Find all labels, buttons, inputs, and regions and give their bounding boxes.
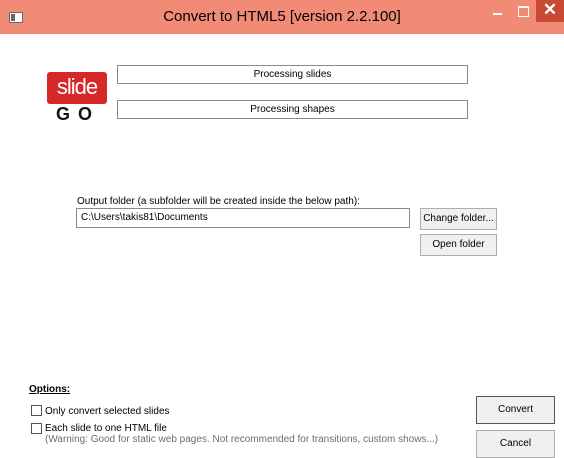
only-selected-checkbox[interactable] xyxy=(31,405,42,416)
window-title: Convert to HTML5 [version 2.2.100] xyxy=(163,8,401,25)
close-button[interactable]: ✕ xyxy=(536,0,564,22)
minimize-button[interactable] xyxy=(484,0,510,22)
processing-slides-status: Processing slides xyxy=(117,65,468,84)
logo-red-badge: slide xyxy=(47,72,107,104)
processing-shapes-status: Processing shapes xyxy=(117,100,468,119)
convert-button[interactable]: Convert xyxy=(476,396,555,424)
each-slide-warning: (Warning: Good for static web pages. Not… xyxy=(45,434,439,445)
logo-slide-text: slide xyxy=(56,74,98,99)
open-folder-button[interactable]: Open folder xyxy=(420,234,497,256)
title-bar[interactable]: Convert to HTML5 [version 2.2.100] ✕ xyxy=(0,0,564,34)
maximize-button[interactable] xyxy=(510,0,536,22)
logo-go-text: GO xyxy=(55,104,100,124)
dialog-body: slide GO Processing slides Processing sh… xyxy=(0,34,564,458)
options-heading: Options: xyxy=(29,384,71,395)
output-folder-label: Output folder (a subfolder will be creat… xyxy=(77,196,360,207)
output-folder-input[interactable]: C:\Users\takis81\Documents xyxy=(76,208,410,228)
change-folder-button[interactable]: Change folder... xyxy=(420,208,497,230)
each-slide-label[interactable]: Each slide to one HTML file xyxy=(45,423,167,434)
each-slide-checkbox[interactable] xyxy=(31,423,42,434)
slidego-logo: slide GO xyxy=(47,72,109,124)
only-selected-label[interactable]: Only convert selected slides xyxy=(45,406,170,417)
cancel-button[interactable]: Cancel xyxy=(476,430,555,458)
